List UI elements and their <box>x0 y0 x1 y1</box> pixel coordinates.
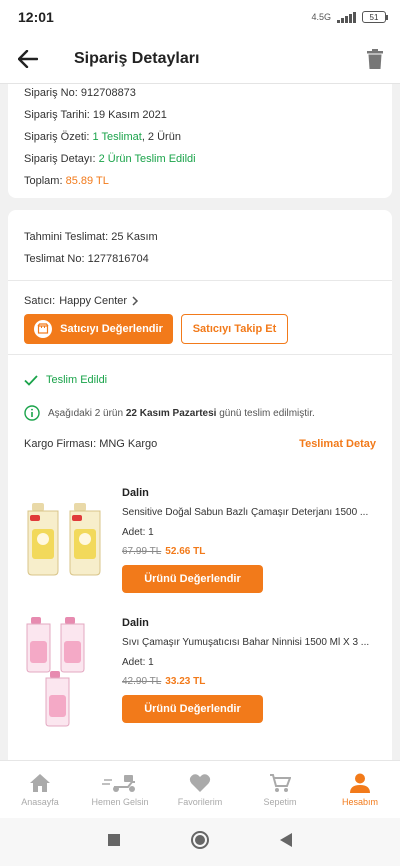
shipment-section: Teslim Edildi Aşağıdaki 2 ürün 22 Kasım … <box>8 355 392 459</box>
square-icon <box>108 834 120 846</box>
bottom-navigation: Anasayfa Hemen Gelsin Favorilerim Sepeti… <box>0 760 400 818</box>
order-detail-row: Sipariş Detayı: 2 Ürün Teslim Edildi <box>24 153 196 165</box>
seller-name: Happy Center <box>59 295 128 307</box>
product-item: Dalin Sıvı Çamaşır Yumuşatıcısı Bahar Ni… <box>8 613 392 760</box>
check-icon <box>24 374 38 386</box>
estimated-delivery: 25 Kasım <box>111 231 158 243</box>
summary-delivery: 1 Teslimat <box>92 131 142 143</box>
order-summary-card: Sipariş No: 912708873 Sipariş Tarihi: 19… <box>8 84 392 198</box>
delivery-no: 1277816704 <box>87 253 149 265</box>
order-date-row: Sipariş Tarihi: 19 Kasım 2021 <box>24 109 167 121</box>
nav-item-favorites[interactable]: Favorilerim <box>160 761 240 818</box>
delivery-info-message: Aşağıdaki 2 ürün 22 Kasım Pazartesi günü… <box>24 405 376 421</box>
order-no: 912708873 <box>80 87 136 99</box>
circle-icon <box>191 830 209 849</box>
nav-item-account[interactable]: Hesabım <box>320 761 400 818</box>
battery-icon: 51 <box>362 11 388 23</box>
detergent-bottles-image <box>27 503 101 576</box>
scooter-icon <box>102 774 135 792</box>
trash-icon <box>367 48 383 69</box>
product-brand: Dalin <box>122 487 149 499</box>
product-image[interactable] <box>24 617 108 727</box>
page-title: Sipariş Detayları <box>74 49 200 67</box>
home-icon <box>30 773 50 792</box>
signal-icon <box>337 11 356 23</box>
product-brand: Dalin <box>122 617 149 629</box>
new-price: 52.66 TL <box>165 546 206 557</box>
nav-label: Hesabım <box>341 796 378 807</box>
status-bar: 12:01 4.5G 51 <box>0 0 400 34</box>
delivery-card: Tahmini Teslimat: 25 Kasım Teslimat No: … <box>8 210 392 760</box>
recents-button[interactable] <box>108 833 120 851</box>
summary-items: , 2 Ürün <box>141 131 181 143</box>
nav-item-quick-delivery[interactable]: Hemen Gelsin <box>80 761 160 818</box>
triangle-back-icon <box>280 832 292 847</box>
product-price: 42.90 TL 33.23 TL <box>122 673 376 691</box>
rate-seller-label: Satıcıyı Değerlendir <box>60 323 163 335</box>
product-name[interactable]: Sensitive Doğal Sabun Bazlı Çamaşır Dete… <box>122 503 376 523</box>
order-detail-value: 2 Ürün Teslim Edildi <box>98 153 196 165</box>
app-bar: Sipariş Detayları <box>0 34 400 84</box>
back-button[interactable] <box>0 34 56 84</box>
user-icon <box>350 773 370 793</box>
delivery-detail-link[interactable]: Teslimat Detay <box>299 438 376 450</box>
delivery-info: Tahmini Teslimat: 25 Kasım Teslimat No: … <box>8 210 392 281</box>
order-total-row: Toplam: 85.89 TL <box>24 175 109 187</box>
arrow-left-icon <box>18 49 38 68</box>
delivery-no-row: Teslimat No: 1277816704 <box>24 253 149 265</box>
old-price: 67.99 TL <box>122 546 162 557</box>
nav-item-cart[interactable]: Sepetim <box>240 761 320 818</box>
delivery-status: Teslim Edildi <box>24 355 376 405</box>
delete-button[interactable] <box>350 34 400 84</box>
product-price: 67.99 TL 52.66 TL <box>122 543 376 561</box>
rate-product-button[interactable]: Ürünü Değerlendir <box>122 565 263 593</box>
nav-label: Hemen Gelsin <box>91 796 149 807</box>
rate-product-button[interactable]: Ürünü Değerlendir <box>122 695 263 723</box>
nav-item-home[interactable]: Anasayfa <box>0 761 80 818</box>
order-summary-row: Sipariş Özeti: 1 Teslimat, 2 Ürün <box>24 131 181 143</box>
softener-bottles-image <box>26 617 85 727</box>
product-image[interactable] <box>24 497 108 607</box>
chevron-right-icon <box>132 296 139 306</box>
order-date: 19 Kasım 2021 <box>92 109 167 121</box>
network-label: 4.5G <box>311 12 331 22</box>
order-total: 85.89 TL <box>65 175 109 187</box>
seller-section: Satıcı: Happy Center Satıcıyı Değerlendi… <box>8 281 392 355</box>
cart-icon <box>270 773 291 792</box>
status-indicators: 4.5G 51 <box>311 11 388 23</box>
follow-seller-button[interactable]: Satıcıyı Takip Et <box>181 314 288 344</box>
status-time: 12:01 <box>18 9 54 25</box>
system-navigation-bar <box>0 818 400 866</box>
home-system-button[interactable] <box>190 830 210 855</box>
estimated-delivery-row: Tahmini Teslimat: 25 Kasım <box>24 231 158 243</box>
store-icon <box>34 320 53 338</box>
product-item: Dalin Sensitive Doğal Sabun Bazlı Çamaşı… <box>8 483 392 613</box>
system-back-button[interactable] <box>280 832 292 852</box>
cargo-row: Kargo Firması: MNG Kargo Teslimat Detay <box>24 438 376 450</box>
product-quantity: Adet: 1 <box>122 657 154 668</box>
delivery-status-text: Teslim Edildi <box>46 374 108 386</box>
rate-seller-button[interactable]: Satıcıyı Değerlendir <box>24 314 173 344</box>
nav-label: Anasayfa <box>21 796 59 807</box>
nav-label: Sepetim <box>263 796 297 807</box>
cargo-name: MNG Kargo <box>99 438 158 450</box>
product-quantity: Adet: 1 <box>122 527 154 538</box>
order-no-row: Sipariş No: 912708873 <box>24 87 136 99</box>
delivery-date: 22 Kasım Pazartesi <box>125 407 217 419</box>
info-icon <box>24 405 40 421</box>
order-detail-content[interactable]: Sipariş No: 912708873 Sipariş Tarihi: 19… <box>0 84 400 760</box>
heart-icon <box>189 773 211 792</box>
product-name[interactable]: Sıvı Çamaşır Yumuşatıcısı Bahar Ninnisi … <box>122 633 376 653</box>
nav-label: Favorilerim <box>177 796 223 807</box>
seller-link[interactable]: Satıcı: Happy Center <box>24 295 376 307</box>
new-price: 33.23 TL <box>165 676 206 687</box>
battery-level: 51 <box>369 12 379 22</box>
old-price: 42.90 TL <box>122 676 162 687</box>
